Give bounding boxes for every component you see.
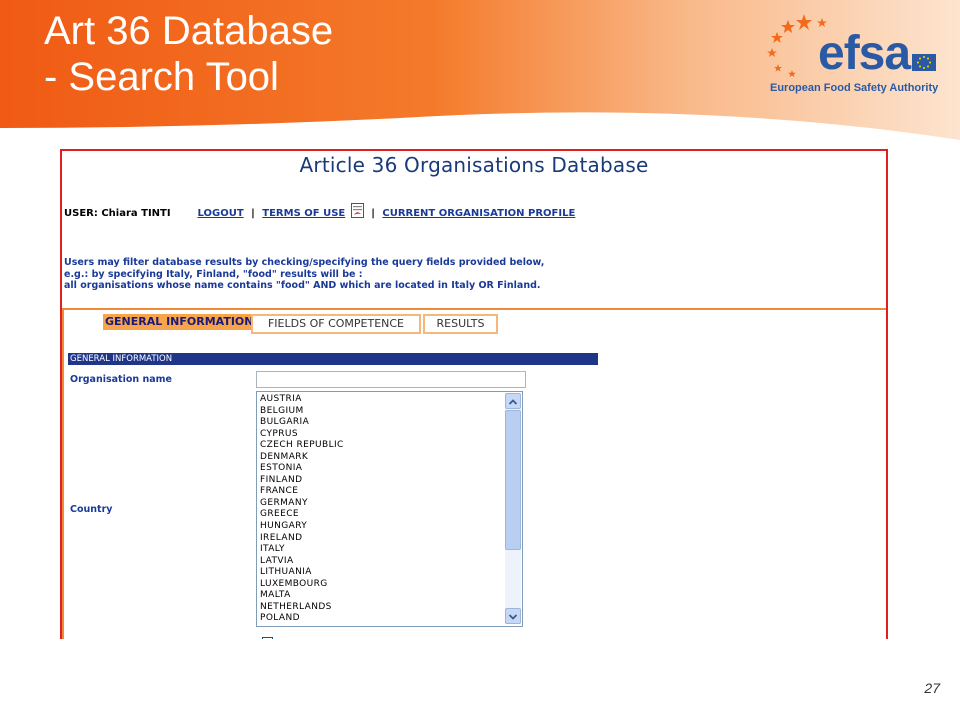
country-option[interactable]: NETHERLANDS	[260, 602, 344, 614]
terms-of-use-link[interactable]: TERMS OF USE	[262, 208, 345, 219]
country-option[interactable]: BELGIUM	[260, 406, 344, 418]
slide: Art 36 Database - Search Tool efsa Europ…	[0, 0, 960, 720]
efsa-tagline: European Food Safety Authority	[770, 82, 939, 94]
partial-checkbox[interactable]	[262, 637, 273, 639]
separator: |	[371, 208, 375, 219]
section-header: GENERAL INFORMATION	[68, 353, 598, 365]
slide-number: 27	[924, 680, 940, 696]
country-option[interactable]: LITHUANIA	[260, 567, 344, 579]
country-scrollbar[interactable]	[505, 393, 521, 624]
user-bar: USER: Chiara TINTI LOGOUT | TERMS OF USE…	[64, 203, 575, 219]
country-option[interactable]: BULGARIA	[260, 417, 344, 429]
country-label: Country	[70, 504, 113, 515]
app-screenshot-frame: Article 36 Organisations Database USER: …	[60, 149, 888, 639]
country-options: AUSTRIA BELGIUM BULGARIA CYPRUS CZECH RE…	[260, 394, 344, 625]
scroll-down-button[interactable]	[505, 608, 521, 624]
database-title: Article 36 Organisations Database	[299, 153, 649, 177]
info-line: all organisations whose name contains "f…	[64, 280, 541, 291]
country-option[interactable]: FRANCE	[260, 486, 344, 498]
country-option[interactable]: CYPRUS	[260, 429, 344, 441]
user-label: USER: Chiara TINTI	[64, 208, 171, 219]
efsa-wordmark: efsa	[818, 27, 911, 80]
country-option[interactable]: DENMARK	[260, 452, 344, 464]
country-option[interactable]: LUXEMBOURG	[260, 579, 344, 591]
country-option[interactable]: LATVIA	[260, 556, 344, 568]
logout-link[interactable]: LOGOUT	[197, 208, 243, 219]
slide-title-line1: Art 36 Database	[44, 9, 334, 53]
chevron-down-icon	[508, 614, 518, 620]
section-divider	[62, 308, 886, 310]
country-option[interactable]: GREECE	[260, 509, 344, 521]
scroll-thumb[interactable]	[505, 410, 521, 550]
country-option[interactable]: CZECH REPUBLIC	[260, 440, 344, 452]
tab-general-information[interactable]: GENERAL INFORMATION	[103, 314, 253, 330]
info-line: e.g.: by specifying Italy, Finland, "foo…	[64, 268, 363, 280]
country-option[interactable]: AUSTRIA	[260, 394, 344, 406]
country-option[interactable]: HUNGARY	[260, 521, 344, 533]
filter-instructions: Users may filter database results by che…	[64, 257, 544, 292]
chevron-up-icon	[508, 399, 518, 405]
country-listbox[interactable]: AUSTRIA BELGIUM BULGARIA CYPRUS CZECH RE…	[256, 391, 523, 627]
panel-border	[62, 310, 64, 639]
country-option[interactable]: POLAND	[260, 613, 344, 625]
country-option[interactable]: ESTONIA	[260, 463, 344, 475]
organisation-name-input[interactable]	[256, 371, 526, 388]
tab-fields-of-competence[interactable]: FIELDS OF COMPETENCE	[251, 314, 421, 334]
tab-results[interactable]: RESULTS	[423, 314, 498, 334]
slide-title-line2: - Search Tool	[44, 55, 279, 99]
pdf-icon[interactable]	[350, 203, 364, 218]
scroll-up-button[interactable]	[505, 393, 521, 409]
separator: |	[251, 208, 255, 219]
slide-title: Art 36 Database - Search Tool	[44, 8, 333, 100]
country-option[interactable]: GERMANY	[260, 498, 344, 510]
country-option[interactable]: FINLAND	[260, 475, 344, 487]
organisation-name-label: Organisation name	[70, 374, 172, 385]
country-option[interactable]: MALTA	[260, 590, 344, 602]
country-option[interactable]: IRELAND	[260, 533, 344, 545]
country-option[interactable]: ITALY	[260, 544, 344, 556]
organisation-profile-link[interactable]: CURRENT ORGANISATION PROFILE	[382, 208, 575, 219]
info-line: Users may filter database results by che…	[64, 257, 545, 268]
